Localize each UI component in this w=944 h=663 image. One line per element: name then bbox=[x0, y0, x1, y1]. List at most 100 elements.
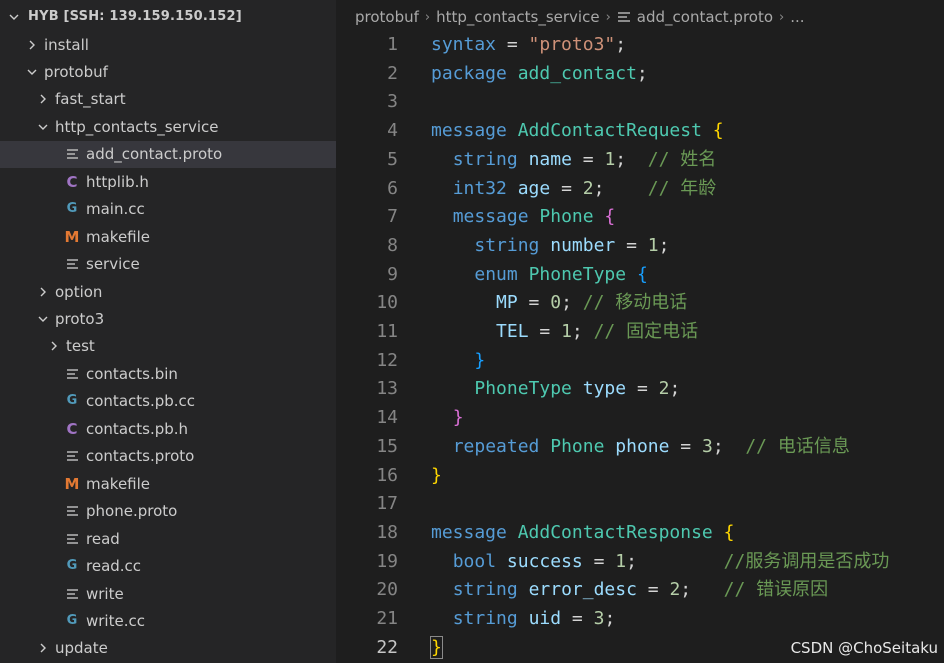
tree-item-label: http_contacts_service bbox=[55, 117, 219, 136]
tree-folder[interactable]: test bbox=[0, 333, 336, 360]
code-line[interactable]: 10 MP = 0; // 移动电话 bbox=[336, 289, 944, 317]
chevron-right-icon: › bbox=[424, 9, 431, 25]
code-line[interactable]: 21 string uid = 3; bbox=[336, 605, 944, 633]
code-text: package add_contact; bbox=[431, 62, 648, 84]
code-line[interactable]: 11 TEL = 1; // 固定电话 bbox=[336, 318, 944, 346]
code-line[interactable]: 19 bool success = 1; //服务调用是否成功 bbox=[336, 548, 944, 576]
tree-file[interactable]: add_contact.proto bbox=[0, 140, 336, 168]
breadcrumb-item-protobuf[interactable]: protobuf bbox=[355, 8, 419, 26]
tree-file[interactable]: phone.proto bbox=[0, 498, 336, 525]
chevron-right-icon bbox=[40, 643, 46, 653]
tree-file[interactable]: service bbox=[0, 251, 336, 278]
tree-item-label: update bbox=[55, 639, 108, 658]
lines-file-icon bbox=[64, 588, 80, 600]
code-text: } bbox=[474, 349, 486, 371]
chevron-down-icon bbox=[27, 69, 37, 75]
code-line[interactable]: 5 string name = 1; // 姓名 bbox=[336, 146, 944, 174]
code-line[interactable]: 7 message Phone { bbox=[336, 203, 944, 231]
code-text: } bbox=[430, 635, 443, 659]
tree-item-label: contacts.proto bbox=[86, 447, 195, 466]
tree-file[interactable]: Chttplib.h bbox=[0, 168, 336, 195]
code-text: enum PhoneType { bbox=[474, 263, 648, 285]
breadcrumb-item-add-contact-proto[interactable]: add_contact.proto bbox=[637, 8, 773, 26]
chevron-right-icon bbox=[40, 287, 46, 297]
tree-item-label: protobuf bbox=[44, 62, 108, 81]
breadcrumb-item-more[interactable]: ... bbox=[790, 8, 804, 26]
cpp-file-icon: G bbox=[66, 612, 78, 628]
chevron-right-icon: › bbox=[605, 9, 611, 25]
c-file-icon: C bbox=[66, 419, 78, 438]
tree-item-label: main.cc bbox=[86, 200, 145, 219]
line-number: 7 bbox=[387, 206, 398, 228]
line-number: 20 bbox=[376, 579, 398, 601]
line-number: 17 bbox=[376, 493, 398, 515]
line-number: 10 bbox=[376, 292, 398, 314]
tree-file[interactable]: read bbox=[0, 525, 336, 552]
tree-file[interactable]: Gcontacts.pb.cc bbox=[0, 388, 336, 415]
line-number: 6 bbox=[387, 177, 398, 199]
tree-file[interactable]: Gmain.cc bbox=[0, 196, 336, 223]
tree-file[interactable]: Ccontacts.pb.h bbox=[0, 415, 336, 442]
code-text: repeated Phone phone = 3; // 电话信息 bbox=[452, 435, 850, 457]
tree-folder[interactable]: http_contacts_service bbox=[0, 113, 336, 140]
code-line[interactable]: 6 int32 age = 2; // 年龄 bbox=[336, 175, 944, 203]
code-line[interactable]: 13 PhoneType type = 2; bbox=[336, 375, 944, 403]
explorer-root-header[interactable]: HYB [SSH: 139.159.150.152] bbox=[0, 0, 336, 33]
code-line[interactable]: 9 enum PhoneType { bbox=[336, 261, 944, 289]
tree-item-label: option bbox=[55, 282, 103, 301]
tree-file[interactable]: contacts.proto bbox=[0, 443, 336, 470]
code-line[interactable]: 8 string number = 1; bbox=[336, 232, 944, 260]
line-number: 5 bbox=[387, 148, 398, 170]
tree-item-label: fast_start bbox=[55, 90, 126, 109]
line-number: 11 bbox=[376, 321, 398, 342]
tree-file[interactable]: Gwrite.cc bbox=[0, 607, 336, 634]
line-number: 3 bbox=[387, 91, 398, 113]
tree-file[interactable]: Mmakefile bbox=[0, 223, 336, 250]
line-number: 12 bbox=[376, 349, 398, 371]
line-number: 14 bbox=[376, 407, 398, 429]
code-text: bool success = 1; //服务调用是否成功 bbox=[452, 550, 890, 572]
code-line[interactable]: 3 bbox=[336, 88, 944, 116]
line-number: 9 bbox=[387, 263, 398, 285]
code-line[interactable]: 17 bbox=[336, 490, 944, 518]
code-line[interactable]: 18 message AddContactResponse { bbox=[336, 519, 944, 547]
code-text: } bbox=[452, 407, 464, 429]
tree-folder[interactable]: install bbox=[0, 31, 336, 58]
breadcrumb-item-http-contacts-service[interactable]: http_contacts_service bbox=[436, 8, 599, 26]
code-text: string uid = 3; bbox=[452, 608, 616, 629]
tree-folder[interactable]: option bbox=[0, 278, 336, 305]
tree-folder[interactable]: protobuf bbox=[0, 58, 336, 85]
tree-file[interactable]: contacts.bin bbox=[0, 360, 336, 387]
code-line[interactable]: 16} bbox=[336, 462, 944, 490]
line-number: 4 bbox=[387, 120, 398, 142]
lines-file-icon bbox=[64, 505, 80, 517]
tree-item-label: contacts.pb.h bbox=[86, 419, 189, 438]
line-number: 16 bbox=[376, 464, 398, 486]
tree-item-label: test bbox=[66, 337, 95, 356]
code-text: message Phone { bbox=[452, 206, 616, 228]
code-line[interactable]: 12 } bbox=[336, 347, 944, 375]
code-line[interactable]: 1 syntax = "proto3"; bbox=[336, 31, 944, 59]
tree-file[interactable]: Gread.cc bbox=[0, 553, 336, 580]
line-number: 18 bbox=[376, 521, 398, 543]
code-line[interactable]: 14 } bbox=[336, 404, 944, 432]
code-editor[interactable]: protobuf › http_contacts_service › add_c… bbox=[336, 0, 944, 663]
tree-folder[interactable]: update bbox=[0, 635, 336, 662]
code-text: string error_desc = 2; // 错误原因 bbox=[452, 579, 829, 601]
code-line[interactable]: 2 package add_contact; bbox=[336, 60, 944, 88]
makefile-icon: M bbox=[64, 227, 80, 246]
chevron-right-icon bbox=[29, 40, 35, 49]
code-text: int32 age = 2; // 年龄 bbox=[452, 177, 717, 199]
tree-folder[interactable]: proto3 bbox=[0, 306, 336, 333]
tree-item-label: makefile bbox=[86, 474, 151, 493]
tree-item-label: phone.proto bbox=[86, 502, 178, 521]
code-line[interactable]: 20 string error_desc = 2; // 错误原因 bbox=[336, 576, 944, 604]
tree-file[interactable]: Mmakefile bbox=[0, 470, 336, 497]
c-file-icon: C bbox=[66, 172, 78, 191]
code-line[interactable]: 15 repeated Phone phone = 3; // 电话信息 bbox=[336, 433, 944, 461]
code-text: } bbox=[431, 464, 442, 486]
code-line[interactable]: 4 message AddContactRequest { bbox=[336, 117, 944, 145]
tree-folder[interactable]: fast_start bbox=[0, 86, 336, 113]
lines-file-icon bbox=[64, 148, 80, 160]
tree-file[interactable]: write bbox=[0, 580, 336, 607]
